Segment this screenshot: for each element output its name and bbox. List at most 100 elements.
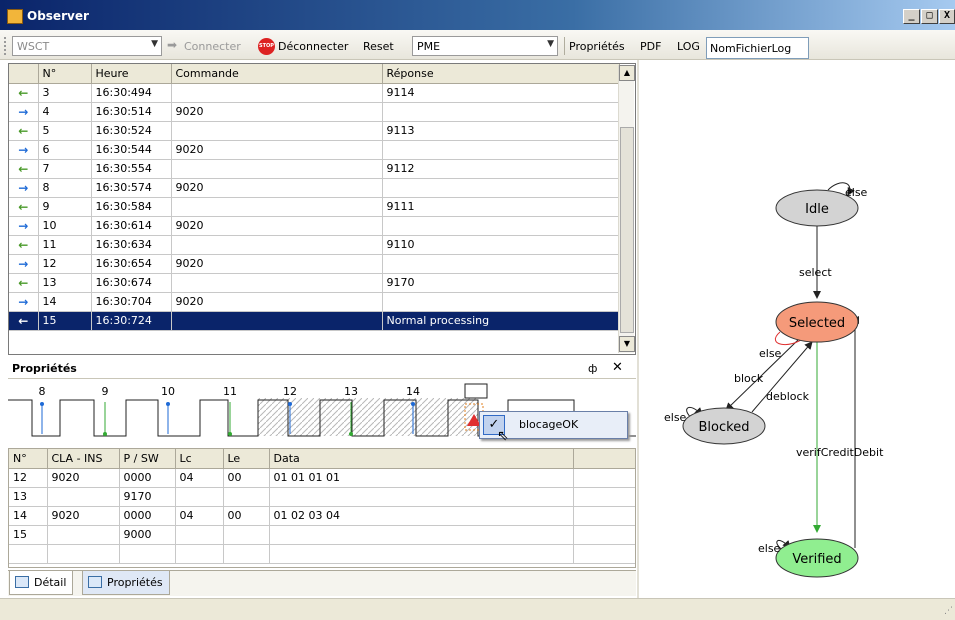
- scroll-up-icon[interactable]: ▲: [619, 65, 635, 81]
- timeline-marker-head: [103, 432, 107, 436]
- cell-le: 00: [223, 506, 270, 526]
- tab-proprietes[interactable]: Propriétés: [82, 571, 170, 595]
- minimize-button[interactable]: _: [903, 9, 920, 24]
- table-row[interactable]: ← 5 16:30:524 9113: [9, 121, 620, 141]
- cell-data: [269, 525, 574, 545]
- cell-lc: 04: [175, 506, 224, 526]
- direction-in-icon: ←: [9, 311, 39, 331]
- cell-empty: [573, 487, 635, 507]
- tab-label: Détail: [34, 576, 67, 589]
- table-row[interactable]: ← 3 16:30:494 9114: [9, 83, 620, 103]
- table-row[interactable]: 15 9000: [9, 525, 635, 545]
- cell-commande: 9020: [171, 216, 383, 236]
- apdu-log-grid[interactable]: N° Heure Commande Réponse ← 3 16:30:494 911…: [8, 63, 636, 355]
- grid-scrollbar[interactable]: ▲ ▼: [618, 65, 635, 353]
- log-button[interactable]: LOG: [677, 40, 700, 53]
- table-row[interactable]: ← 11 16:30:634 9110: [9, 235, 620, 255]
- timeline-label: 12: [283, 385, 297, 398]
- edge-verified-to-selected: [851, 316, 859, 548]
- timeline-marker-head: [166, 402, 170, 406]
- scroll-thumb[interactable]: [620, 127, 634, 333]
- card-combo[interactable]: PME ▼: [412, 36, 558, 56]
- table-row[interactable]: 14 9020 0000 04 00 01 02 03 04: [9, 506, 635, 526]
- table-row[interactable]: ← 13 16:30:674 9170: [9, 273, 620, 293]
- chevron-down-icon: ▼: [547, 39, 554, 49]
- close-panel-icon[interactable]: ✕: [612, 360, 623, 375]
- cell-reponse: 9170: [382, 273, 620, 293]
- cell-reponse: 9114: [382, 83, 620, 103]
- cell-p-sw: 0000: [119, 468, 176, 488]
- table-row[interactable]: → 6 16:30:544 9020: [9, 140, 620, 160]
- table-row[interactable]: → 12 16:30:654 9020: [9, 254, 620, 274]
- table-row[interactable]: 13 9170: [9, 487, 635, 507]
- edge-label-select: select: [799, 266, 832, 279]
- pdf-button[interactable]: PDF: [640, 40, 661, 53]
- state-verified-label: Verified: [792, 552, 841, 567]
- scroll-down-icon[interactable]: ▼: [619, 336, 635, 352]
- column-header-commande[interactable]: Commande: [171, 64, 383, 84]
- table-row[interactable]: ← 9 16:30:584 9111: [9, 197, 620, 217]
- cell-commande: 9020: [171, 292, 383, 312]
- cell-commande: [171, 121, 383, 141]
- window-title: Observer: [27, 9, 89, 23]
- edge-label-verify: verifCreditDebit: [796, 446, 884, 459]
- cell-empty: [9, 544, 48, 564]
- cell-heure: 16:30:614: [91, 216, 172, 236]
- table-row[interactable]: 12 9020 0000 04 00 01 01 01 01: [9, 468, 635, 488]
- log-filename-input[interactable]: NomFichierLog: [706, 37, 809, 59]
- column-header-n[interactable]: N°: [38, 64, 92, 84]
- cell-n: 11: [38, 235, 92, 255]
- cell-n: 15: [38, 311, 92, 331]
- table-row[interactable]: → 14 16:30:704 9020: [9, 292, 620, 312]
- table-row[interactable]: → 4 16:30:514 9020: [9, 102, 620, 122]
- disconnect-button[interactable]: Déconnecter: [278, 40, 348, 53]
- column-header-reponse[interactable]: Réponse: [382, 64, 620, 84]
- timeline-marker-head: [40, 402, 44, 406]
- tab-label: Propriétés: [107, 576, 163, 589]
- maximize-button[interactable]: □: [921, 9, 938, 24]
- resize-grip-icon[interactable]: ⋰: [944, 606, 953, 616]
- splitter[interactable]: [637, 60, 639, 598]
- direction-in-icon: ←: [9, 273, 39, 293]
- column-header-le[interactable]: Le: [223, 449, 270, 469]
- table-row[interactable]: → 8 16:30:574 9020: [9, 178, 620, 198]
- title-bar: [0, 0, 955, 30]
- cell-n: 4: [38, 102, 92, 122]
- reset-button[interactable]: Reset: [363, 40, 394, 53]
- cell-empty: [223, 544, 270, 564]
- table-row[interactable]: → 10 16:30:614 9020: [9, 216, 620, 236]
- timeline-label: 8: [39, 385, 46, 398]
- column-header-dir[interactable]: [9, 64, 39, 84]
- table-row[interactable]: ← 7 16:30:554 9112: [9, 159, 620, 179]
- properties-button[interactable]: Propriétés: [569, 40, 625, 53]
- column-header-heure[interactable]: Heure: [91, 64, 172, 84]
- column-header-data[interactable]: Data: [269, 449, 574, 469]
- cell-empty: [573, 525, 635, 545]
- cell-n: 12: [9, 468, 48, 488]
- table-row[interactable]: ← 15 16:30:724 Normal processing: [9, 311, 620, 331]
- detail-table[interactable]: N° CLA - INS P / SW Lc Le Data 12 9020 000…: [8, 448, 636, 568]
- cell-empty: [573, 544, 635, 564]
- popup-label[interactable]: blocageOK: [519, 418, 578, 431]
- cell-reponse: 9110: [382, 235, 620, 255]
- column-header-p-sw[interactable]: P / SW: [119, 449, 176, 469]
- column-header-cla-ins[interactable]: CLA - INS: [47, 449, 120, 469]
- cell-lc: [175, 487, 224, 507]
- close-button[interactable]: X: [939, 9, 955, 24]
- column-header-lc[interactable]: Lc: [175, 449, 224, 469]
- cell-reponse: [382, 254, 620, 274]
- pin-icon[interactable]: ф: [588, 362, 597, 375]
- cell-reponse: [382, 292, 620, 312]
- reader-combo[interactable]: WSCT ▼: [12, 36, 162, 56]
- toolbar-grip[interactable]: [4, 37, 7, 55]
- cell-n: 5: [38, 121, 92, 141]
- state-blocked-label: Blocked: [699, 420, 750, 435]
- connect-button[interactable]: Connecter: [184, 40, 241, 53]
- column-header-n[interactable]: N°: [9, 449, 48, 469]
- cell-commande: 9020: [171, 102, 383, 122]
- detail-header-row: N° CLA - INS P / SW Lc Le Data: [9, 449, 635, 469]
- cell-data: [269, 487, 574, 507]
- tab-detail[interactable]: Détail: [9, 571, 74, 595]
- cell-cla-ins: 9020: [47, 468, 120, 488]
- cell-commande: 9020: [171, 178, 383, 198]
